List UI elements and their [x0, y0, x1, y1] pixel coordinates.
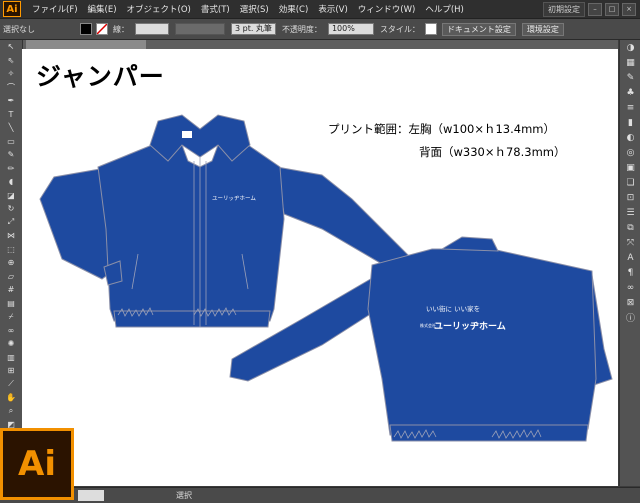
- width-tool-icon[interactable]: ⋈: [0, 229, 22, 243]
- document-tab[interactable]: [26, 40, 146, 49]
- status-mode: 選択: [176, 491, 192, 500]
- slice-tool-icon[interactable]: ⟋: [0, 378, 22, 392]
- gradient-tool-icon[interactable]: ▤: [0, 297, 22, 311]
- lasso-tool-icon[interactable]: ⌒: [0, 81, 22, 95]
- rotate-tool-icon[interactable]: ↻: [0, 202, 22, 216]
- brush-definition-select[interactable]: 3 pt. 丸筆: [231, 23, 276, 35]
- navigator-panel-icon[interactable]: ⊠: [620, 295, 640, 310]
- style-swatch-icon[interactable]: [424, 23, 437, 35]
- jacket-tag: [182, 131, 192, 138]
- preferences-button[interactable]: 環境設定: [521, 22, 564, 36]
- symbols-panel-icon[interactable]: ♣: [620, 85, 640, 100]
- selection-status: 選択なし: [3, 24, 35, 34]
- character-panel-icon[interactable]: A: [620, 250, 640, 265]
- mesh-tool-icon[interactable]: #: [0, 283, 22, 297]
- variable-width-select[interactable]: [175, 23, 225, 35]
- menu-effect[interactable]: 効果(C): [274, 3, 314, 15]
- control-bar: 選択なし 線： 3 pt. 丸筆 不透明度： 100% スタイル： ドキュメント…: [0, 19, 640, 40]
- menu-select[interactable]: 選択(S): [235, 3, 274, 15]
- close-icon[interactable]: ×: [622, 3, 636, 16]
- transparency-panel-icon[interactable]: ◐: [620, 130, 640, 145]
- appearance-panel-icon[interactable]: ◎: [620, 145, 640, 160]
- jacket-front-illustration: ユーリッヂホーム いい街に いい家を 株式会社 ユーリッヂホーム: [39, 114, 613, 442]
- stroke-swatch-icon[interactable]: [96, 23, 108, 35]
- artboard[interactable]: ジャンパー プリント範囲：左胸（w100×ｈ13.4mm） 背面（w330×ｈ7…: [22, 49, 618, 486]
- direct-selection-tool-icon[interactable]: ⇖: [0, 54, 22, 68]
- menu-bar: Ai ファイル(F) 編集(E) オブジェクト(O) 書式(T) 選択(S) 効…: [0, 0, 640, 19]
- blob-brush-tool-icon[interactable]: ◖: [0, 175, 22, 189]
- artboards-panel-icon[interactable]: ⊡: [620, 190, 640, 205]
- app-logo-icon: Ai: [3, 1, 21, 17]
- layers-panel-icon[interactable]: ❏: [620, 175, 640, 190]
- type-tool-icon[interactable]: T: [0, 108, 22, 122]
- paragraph-panel-icon[interactable]: ¶: [620, 265, 640, 280]
- menu: ファイル(F) 編集(E) オブジェクト(O) 書式(T) 選択(S) 効果(C…: [27, 3, 469, 15]
- menu-file[interactable]: ファイル(F): [27, 3, 83, 15]
- perspective-grid-tool-icon[interactable]: ▱: [0, 270, 22, 284]
- stroke-label[interactable]: 線：: [113, 24, 129, 35]
- magic-wand-tool-icon[interactable]: ✧: [0, 67, 22, 81]
- eyedropper-tool-icon[interactable]: ⌿: [0, 310, 22, 324]
- status-bar: 選択: [0, 487, 640, 503]
- menu-object[interactable]: オブジェクト(O): [122, 3, 196, 15]
- window-controls: 初期設定 – □ ×: [543, 2, 636, 17]
- illustrator-badge-icon: Ai: [0, 428, 74, 500]
- links-panel-icon[interactable]: ∞: [620, 280, 640, 295]
- menu-window[interactable]: ウィンドウ(W): [353, 3, 421, 15]
- document-setup-button[interactable]: ドキュメント設定: [441, 22, 516, 36]
- pathfinder-panel-icon[interactable]: ⧉: [620, 220, 640, 235]
- zoom-tool-icon[interactable]: ⌕: [0, 405, 22, 419]
- menu-edit[interactable]: 編集(E): [83, 3, 122, 15]
- back-logo: ユーリッヂホーム: [434, 321, 506, 332]
- front-logo: ユーリッヂホーム: [212, 195, 256, 202]
- minimize-icon[interactable]: –: [588, 3, 602, 16]
- scale-tool-icon[interactable]: ⤢: [0, 216, 22, 230]
- hand-tool-icon[interactable]: ✋: [0, 391, 22, 405]
- menu-type[interactable]: 書式(T): [196, 3, 235, 15]
- gradient-panel-icon[interactable]: ▮: [620, 115, 640, 130]
- menu-view[interactable]: 表示(V): [313, 3, 352, 15]
- shape-builder-tool-icon[interactable]: ⊕: [0, 256, 22, 270]
- artboard-tool-icon[interactable]: ⊞: [0, 364, 22, 378]
- align-panel-icon[interactable]: ☰: [620, 205, 640, 220]
- menu-help[interactable]: ヘルプ(H): [420, 3, 469, 15]
- opacity-field[interactable]: 100%: [327, 23, 374, 35]
- symbol-sprayer-tool-icon[interactable]: ✺: [0, 337, 22, 351]
- panel-dock: ◑ ▦ ✎ ♣ ≡ ▮ ◐ ◎ ▣ ❏ ⊡ ☰ ⧉ ⤧ A ¶ ∞ ⊠ ⓘ: [619, 40, 640, 486]
- graph-tool-icon[interactable]: ▥: [0, 351, 22, 365]
- style-label: スタイル：: [379, 24, 420, 34]
- brushes-panel-icon[interactable]: ✎: [620, 70, 640, 85]
- color-panel-icon[interactable]: ◑: [620, 40, 640, 55]
- maximize-icon[interactable]: □: [605, 3, 619, 16]
- stroke-weight-field[interactable]: [135, 23, 169, 35]
- graphic-styles-panel-icon[interactable]: ▣: [620, 160, 640, 175]
- workspace-switcher[interactable]: 初期設定: [543, 2, 585, 17]
- back-tagline: いい街に いい家を: [426, 304, 480, 313]
- free-transform-tool-icon[interactable]: ⬚: [0, 243, 22, 257]
- opacity-label[interactable]: 不透明度：: [282, 24, 322, 35]
- pencil-tool-icon[interactable]: ✏: [0, 162, 22, 176]
- zoom-field[interactable]: [78, 490, 104, 501]
- paintbrush-tool-icon[interactable]: ✎: [0, 148, 22, 162]
- stroke-panel-icon[interactable]: ≡: [620, 100, 640, 115]
- pen-tool-icon[interactable]: ✒: [0, 94, 22, 108]
- selection-tool-icon[interactable]: ↖: [0, 40, 22, 54]
- rectangle-tool-icon[interactable]: ▭: [0, 135, 22, 149]
- line-tool-icon[interactable]: ╲: [0, 121, 22, 135]
- fill-swatch-icon[interactable]: [80, 23, 92, 35]
- info-panel-icon[interactable]: ⓘ: [620, 310, 640, 325]
- transform-panel-icon[interactable]: ⤧: [620, 235, 640, 250]
- swatches-panel-icon[interactable]: ▦: [620, 55, 640, 70]
- blend-tool-icon[interactable]: ∞: [0, 324, 22, 338]
- tools-panel: ↖ ⇖ ✧ ⌒ ✒ T ╲ ▭ ✎ ✏ ◖ ◪ ↻ ⤢ ⋈ ⬚ ⊕ ▱ # ▤ …: [0, 40, 23, 486]
- eraser-tool-icon[interactable]: ◪: [0, 189, 22, 203]
